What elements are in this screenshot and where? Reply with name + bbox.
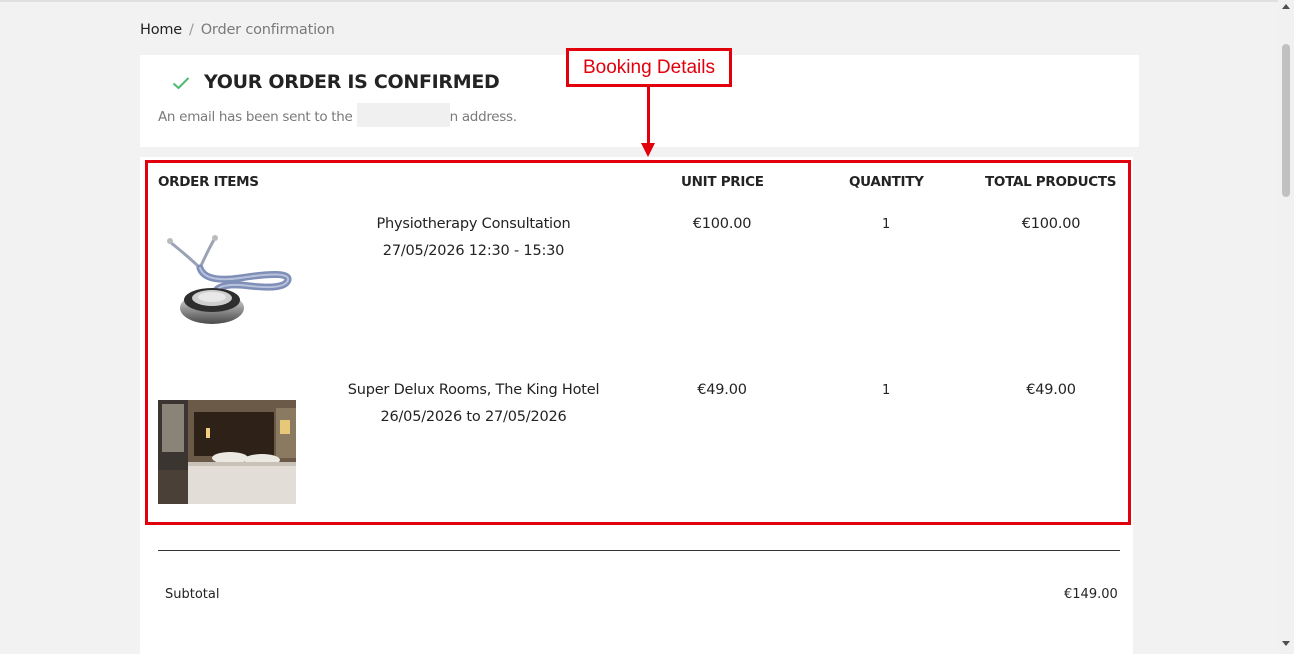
breadcrumb-home-link[interactable]: Home — [140, 22, 182, 38]
top-edge — [0, 0, 1278, 2]
scroll-down-arrow-icon[interactable] — [1282, 641, 1290, 646]
email-sent-message: An email has been sent to the n address. — [158, 103, 517, 127]
breadcrumb-current: Order confirmation — [200, 22, 335, 38]
breadcrumb: Home / Order confirmation — [140, 22, 335, 38]
breadcrumb-separator: / — [189, 22, 194, 38]
email-message-prefix: An email has been sent to the — [158, 109, 353, 125]
email-message-suffix: n address. — [449, 109, 517, 125]
redacted-email — [356, 103, 450, 127]
booking-details-highlight — [145, 160, 1131, 525]
order-confirmed-title: YOUR ORDER IS CONFIRMED — [204, 71, 500, 93]
page-scrollbar[interactable] — [1278, 0, 1294, 654]
callout-arrow-line — [647, 84, 650, 144]
subtotal-value: €149.00 — [1064, 587, 1118, 602]
check-icon — [172, 75, 190, 94]
scrollbar-thumb[interactable] — [1282, 44, 1290, 197]
subtotal-label: Subtotal — [165, 587, 220, 602]
booking-details-callout: Booking Details — [566, 48, 732, 87]
totals-divider — [158, 550, 1120, 551]
scroll-up-arrow-icon[interactable] — [1282, 4, 1290, 9]
callout-arrow-head-icon — [641, 143, 655, 157]
